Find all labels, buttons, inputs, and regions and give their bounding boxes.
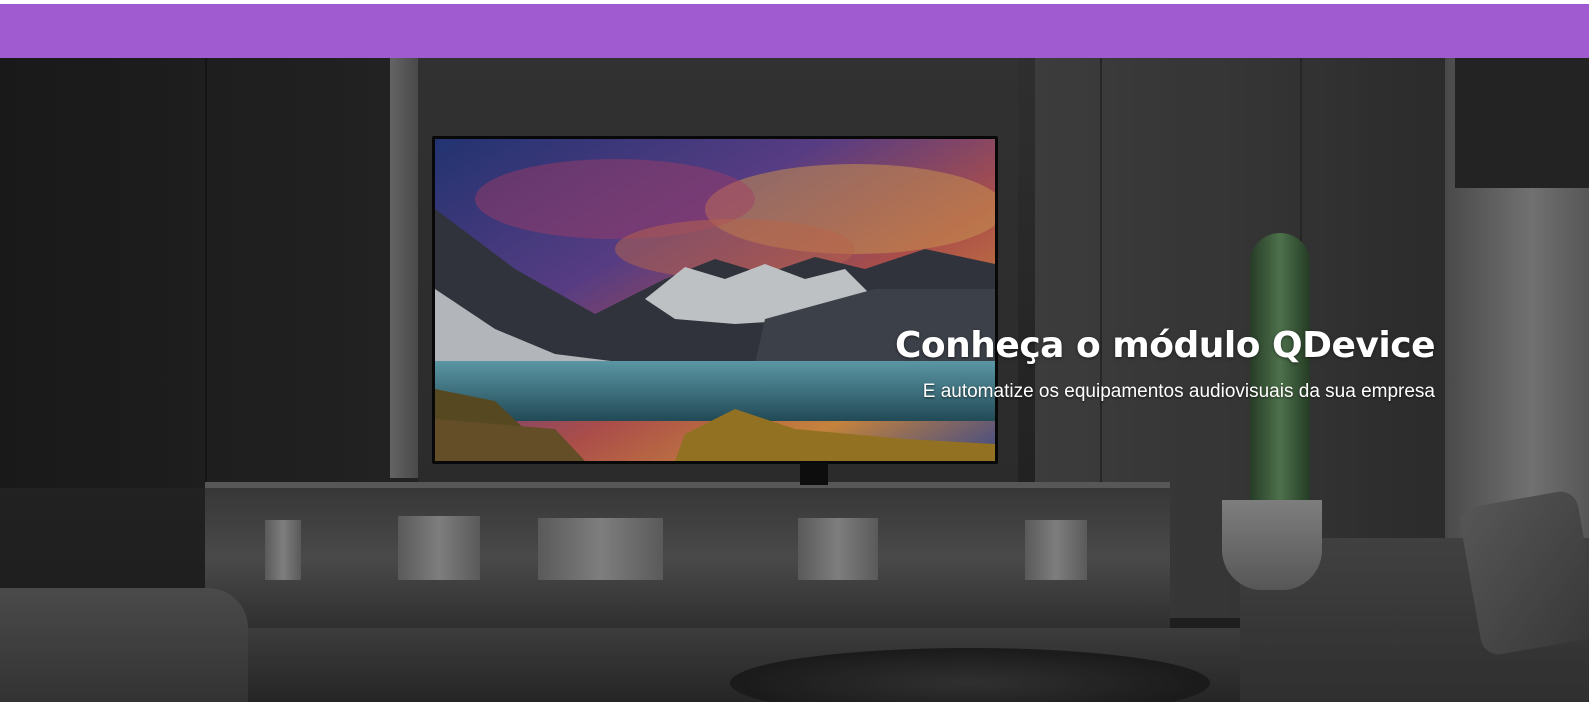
hero-text-block: Conheça o módulo QDevice E automatize os… — [895, 324, 1435, 404]
top-banner-bar — [0, 4, 1589, 58]
page: Conheça o módulo QDevice E automatize os… — [0, 0, 1589, 702]
hero-banner: Conheça o módulo QDevice E automatize os… — [0, 58, 1589, 702]
hero-title: Conheça o módulo QDevice — [895, 325, 1435, 366]
hero-subtitle: E automatize os equipamentos audiovisuai… — [922, 381, 1435, 402]
